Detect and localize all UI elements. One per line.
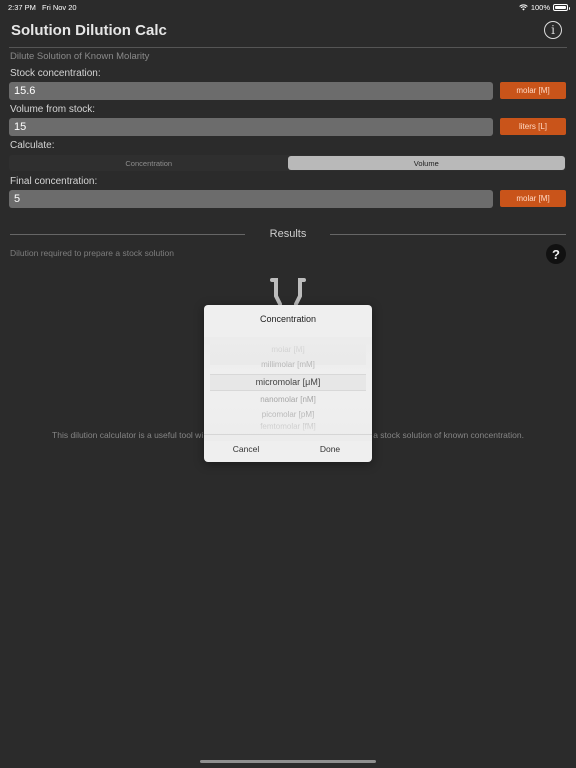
final-concentration-label: Final concentration:: [10, 176, 98, 187]
home-indicator[interactable]: [200, 760, 376, 763]
help-icon[interactable]: ?: [546, 244, 566, 264]
picker-actions: Cancel Done: [204, 434, 372, 462]
calculate-label: Calculate:: [10, 140, 55, 151]
battery-icon: [553, 4, 570, 11]
stock-concentration-input[interactable]: 15.6: [9, 82, 493, 100]
calculator-subtitle: Dilute Solution of Known Molarity: [10, 51, 150, 62]
cancel-button[interactable]: Cancel: [204, 435, 288, 462]
picker-option[interactable]: picomolar [pM]: [204, 410, 372, 419]
info-icon[interactable]: i: [544, 21, 562, 39]
volume-unit-button[interactable]: liters [L]: [500, 118, 566, 135]
battery-percent: 100%: [530, 3, 550, 12]
status-bar: 2:37 PM Fri Nov 20 100%: [0, 0, 576, 14]
description-right: a stock solution of known concentration.: [373, 430, 524, 440]
status-date: Fri Nov 20: [42, 3, 77, 12]
results-divider-right: [330, 234, 566, 235]
volume-from-stock-label: Volume from stock:: [10, 104, 96, 115]
segment-volume[interactable]: Volume: [287, 156, 565, 170]
stock-concentration-label: Stock concentration:: [10, 68, 101, 79]
picker-option-selected[interactable]: micromolar [μM]: [204, 377, 372, 387]
final-concentration-unit-button[interactable]: molar [M]: [500, 190, 566, 207]
picker-option[interactable]: millimolar [mM]: [204, 360, 372, 369]
results-subtitle: Dilution required to prepare a stock sol…: [10, 248, 174, 258]
segment-concentration[interactable]: Concentration: [10, 156, 288, 170]
status-time: 2:37 PM: [8, 3, 36, 12]
description-left: This dilution calculator is a useful too…: [52, 430, 204, 440]
picker-option[interactable]: nanomolar [nM]: [204, 395, 372, 404]
unit-picker-modal: Concentration molar [M] millimolar [mM] …: [204, 305, 372, 462]
header-divider: [9, 47, 567, 48]
wifi-icon: [519, 4, 528, 11]
calculate-segmented-control: Concentration Volume: [9, 155, 566, 171]
status-right: 100%: [519, 3, 570, 12]
picker-option[interactable]: molar [M]: [204, 345, 372, 354]
final-concentration-input[interactable]: 5: [9, 190, 493, 208]
done-button[interactable]: Done: [288, 435, 372, 462]
picker-option[interactable]: femtomolar [fM]: [204, 422, 372, 431]
picker-title: Concentration: [259, 314, 317, 324]
unit-picker-wheel[interactable]: molar [M] millimolar [mM] micromolar [μM…: [204, 337, 372, 441]
volume-from-stock-input[interactable]: 15: [9, 118, 493, 136]
app-title: Solution Dilution Calc: [11, 22, 167, 39]
stock-concentration-unit-button[interactable]: molar [M]: [500, 82, 566, 99]
